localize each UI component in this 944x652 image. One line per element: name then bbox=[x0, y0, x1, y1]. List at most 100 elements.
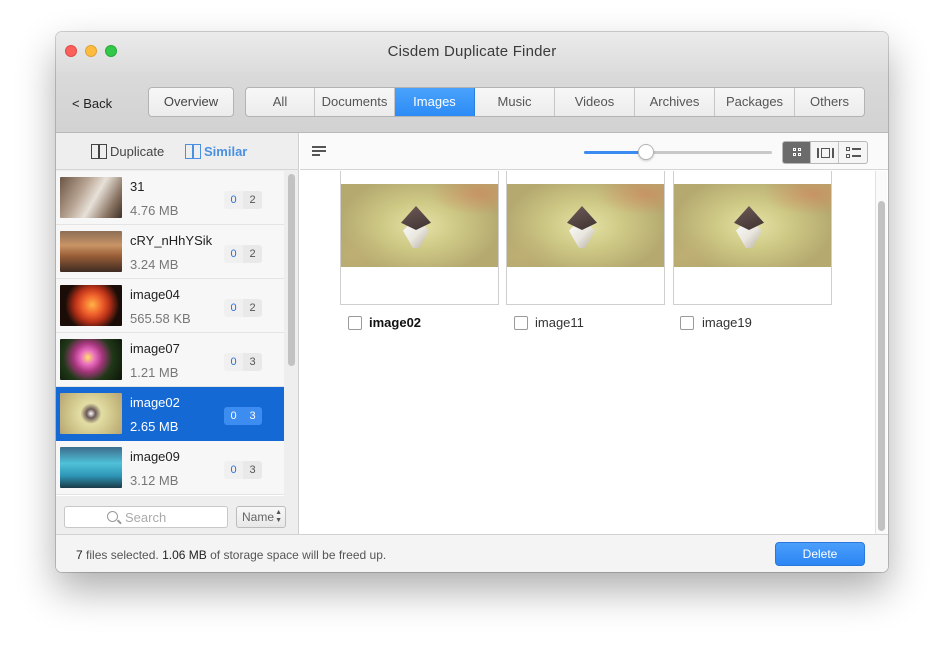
list-item[interactable]: image07 1.21 MB 0 3 bbox=[56, 333, 284, 387]
file-size: 565.58 KB bbox=[130, 311, 191, 326]
image-checkbox[interactable] bbox=[348, 316, 362, 330]
grid-view-button[interactable] bbox=[783, 142, 811, 163]
selected-count-badge: 0 bbox=[224, 461, 243, 479]
selected-count-badge: 0 bbox=[224, 245, 243, 263]
grid-icon bbox=[793, 148, 802, 157]
title-bar[interactable]: Cisdem Duplicate Finder bbox=[56, 32, 888, 72]
preview-toolbar bbox=[300, 133, 888, 170]
view-mode-toggle bbox=[782, 141, 868, 164]
boat-aerial-photo-icon bbox=[60, 393, 122, 434]
tab-videos[interactable]: Videos bbox=[555, 88, 635, 116]
updown-arrows-icon: ▲ ▼ bbox=[275, 509, 282, 524]
search-icon bbox=[107, 511, 118, 522]
list-item[interactable]: cRY_nHhYSik 3.24 MB 0 2 bbox=[56, 225, 284, 279]
file-size: 3.24 MB bbox=[130, 257, 179, 272]
sort-select[interactable]: Name ▲ ▼ bbox=[236, 506, 286, 528]
flower-photo-icon bbox=[60, 339, 122, 380]
similar-mode-button[interactable]: Similar bbox=[184, 144, 247, 159]
image-checkbox[interactable] bbox=[514, 316, 528, 330]
file-size: 4.76 MB bbox=[130, 203, 179, 218]
similar-icon bbox=[184, 144, 201, 159]
file-size: 2.65 MB bbox=[130, 419, 179, 434]
close-window-button[interactable] bbox=[65, 45, 77, 57]
tab-archives[interactable]: Archives bbox=[635, 88, 715, 116]
file-group-panel: Duplicate Similar 31 4.76 MB 0 2 cRY_nHh… bbox=[56, 133, 299, 534]
image-label: image11 bbox=[535, 315, 584, 330]
sort-select-value: Name bbox=[242, 510, 275, 524]
delete-button[interactable]: Delete bbox=[775, 542, 865, 566]
tab-packages[interactable]: Packages bbox=[715, 88, 795, 116]
search-placeholder: Search bbox=[125, 510, 167, 525]
file-size: 1.21 MB bbox=[130, 365, 179, 380]
zoom-window-button[interactable] bbox=[105, 45, 117, 57]
file-list: 31 4.76 MB 0 2 cRY_nHhYSik 3.24 MB 0 2 i… bbox=[56, 171, 284, 496]
boat-aerial-photo-icon bbox=[341, 184, 498, 267]
image-label: image02 bbox=[369, 315, 422, 330]
list-icon bbox=[846, 147, 861, 159]
total-count-badge: 3 bbox=[243, 353, 262, 371]
boat-aerial-photo-icon bbox=[674, 184, 831, 267]
list-item[interactable]: image09 3.12 MB 0 3 bbox=[56, 441, 284, 495]
preview-scroll-thumb[interactable] bbox=[878, 201, 885, 531]
overview-button[interactable]: Overview bbox=[148, 87, 234, 117]
duplicate-mode-button[interactable]: Duplicate bbox=[90, 144, 164, 159]
window-title: Cisdem Duplicate Finder bbox=[387, 43, 557, 60]
filmstrip-icon bbox=[817, 148, 834, 158]
image-checkbox[interactable] bbox=[680, 316, 694, 330]
selected-count-badge: 0 bbox=[224, 299, 243, 317]
selected-count-badge: 0 bbox=[224, 191, 243, 209]
file-name: image04 bbox=[130, 287, 180, 302]
similar-mode-label: Similar bbox=[204, 144, 248, 159]
file-size: 3.12 MB bbox=[130, 473, 179, 488]
tab-music[interactable]: Music bbox=[475, 88, 555, 116]
selected-file-count: 7 bbox=[76, 548, 83, 562]
minimize-window-button[interactable] bbox=[85, 45, 97, 57]
mode-switcher: Duplicate Similar bbox=[56, 133, 299, 170]
image-label: image19 bbox=[702, 315, 752, 330]
preview-grid: image02 image11 image19 bbox=[300, 171, 888, 534]
selected-count-badge: 0 bbox=[224, 353, 243, 371]
list-item[interactable]: image02 2.65 MB 0 3 bbox=[56, 387, 284, 441]
tab-all[interactable]: All bbox=[246, 88, 315, 116]
file-name: image09 bbox=[130, 449, 180, 464]
tab-images[interactable]: Images bbox=[395, 88, 475, 116]
status-suffix-text: of storage space will be freed up. bbox=[206, 548, 387, 562]
file-name: 31 bbox=[130, 179, 145, 194]
image-card[interactable] bbox=[506, 171, 665, 305]
back-button[interactable]: < Back bbox=[72, 96, 112, 111]
toolbar: < Back Overview All Documents Images Mus… bbox=[56, 72, 888, 133]
status-bar: 7 files selected. 1.06 MB of storage spa… bbox=[56, 534, 888, 572]
preview-scrollbar[interactable] bbox=[875, 171, 887, 534]
boat-aerial-photo-icon bbox=[507, 184, 664, 267]
file-name: cRY_nHhYSik bbox=[130, 233, 213, 248]
total-count-badge: 2 bbox=[243, 299, 262, 317]
total-count-badge: 2 bbox=[243, 245, 262, 263]
duplicate-icon bbox=[90, 144, 107, 159]
total-count-badge: 3 bbox=[243, 407, 262, 425]
duplicate-mode-label: Duplicate bbox=[110, 144, 165, 159]
file-name: image02 bbox=[130, 395, 180, 410]
search-input[interactable]: Search bbox=[64, 506, 228, 528]
file-list-scroll-thumb[interactable] bbox=[288, 174, 295, 366]
tab-others[interactable]: Others bbox=[795, 88, 864, 116]
sort-options-icon[interactable] bbox=[312, 146, 328, 157]
file-name: image07 bbox=[130, 341, 180, 356]
slider-fill bbox=[584, 151, 646, 154]
total-count-badge: 3 bbox=[243, 461, 262, 479]
slider-thumb[interactable] bbox=[638, 144, 654, 160]
thumbnail-size-slider[interactable] bbox=[584, 151, 772, 154]
image-card[interactable] bbox=[340, 171, 499, 305]
image-card[interactable] bbox=[673, 171, 832, 305]
filmstrip-view-button[interactable] bbox=[811, 142, 839, 163]
total-count-badge: 2 bbox=[243, 191, 262, 209]
list-item[interactable]: image04 565.58 KB 0 2 bbox=[56, 279, 284, 333]
status-text: 7 files selected. 1.06 MB of storage spa… bbox=[76, 548, 386, 562]
status-files-text: files selected. bbox=[82, 548, 163, 562]
selected-count-badge: 0 bbox=[224, 407, 243, 425]
list-view-button[interactable] bbox=[839, 142, 867, 163]
lily-photo-icon bbox=[60, 285, 122, 326]
freed-space-size: 1.06 MB bbox=[162, 548, 207, 562]
tab-documents[interactable]: Documents bbox=[315, 88, 395, 116]
list-item[interactable]: 31 4.76 MB 0 2 bbox=[56, 171, 284, 225]
file-list-scrollbar[interactable] bbox=[287, 171, 296, 496]
